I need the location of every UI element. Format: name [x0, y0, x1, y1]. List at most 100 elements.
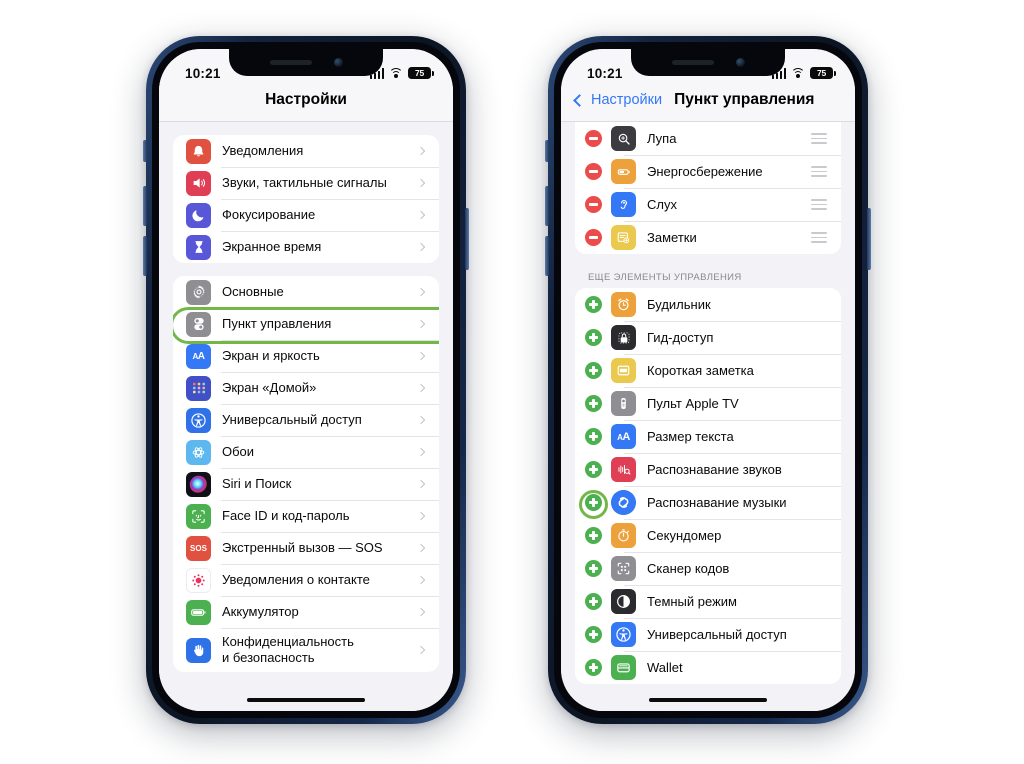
- shazam-icon: [611, 490, 636, 515]
- notch: [229, 49, 383, 76]
- reorder-handle-icon[interactable]: [811, 133, 827, 144]
- magnifier-icon: [611, 126, 636, 151]
- add-button[interactable]: [585, 461, 602, 478]
- notes-icon: [611, 225, 636, 250]
- power-button[interactable]: [465, 208, 469, 270]
- remove-button[interactable]: [585, 196, 602, 213]
- settings-list-scroll[interactable]: Уведомления Звуки, тактильные сигналы Фо…: [159, 135, 453, 711]
- cc-row-notes[interactable]: Заметки: [575, 221, 841, 254]
- settings-row-sos[interactable]: SOS Экстренный вызов — SOS: [173, 532, 439, 564]
- settings-screen: 10:21 75 Настройки Уведомления Звуки, та…: [159, 49, 453, 711]
- control-center-list-scroll[interactable]: Лупа Энергосбережение Слух Заметки ЕЩЕ Э…: [561, 122, 855, 711]
- cc-row-guided-access[interactable]: Гид-доступ: [575, 321, 841, 354]
- add-button[interactable]: [585, 428, 602, 445]
- earpiece-speaker: [269, 60, 312, 65]
- home-indicator[interactable]: [649, 697, 767, 702]
- chevron-right-icon: [416, 383, 426, 393]
- silent-switch[interactable]: [545, 140, 549, 162]
- row-label: Пункт управления: [222, 315, 332, 331]
- settings-row-general[interactable]: Основные: [173, 276, 439, 308]
- cc-row-quick-note[interactable]: Короткая заметка: [575, 354, 841, 387]
- home-indicator[interactable]: [247, 697, 365, 702]
- cc-row-wallet[interactable]: Wallet: [575, 651, 841, 684]
- row-label: Обои: [222, 443, 255, 459]
- settings-row-privacy[interactable]: Конфиденциальность и безопасность: [173, 628, 439, 672]
- cc-label: Размер текста: [647, 429, 734, 444]
- cc-row-accessibility[interactable]: Универсальный доступ: [575, 618, 841, 651]
- settings-row-faceid[interactable]: Face ID и код-пароль: [173, 500, 439, 532]
- silent-switch[interactable]: [143, 140, 147, 162]
- cc-row-stopwatch[interactable]: Секундомер: [575, 519, 841, 552]
- page-title-left: Настройки: [159, 89, 453, 122]
- text-size-icon: AA: [611, 424, 636, 449]
- power-button[interactable]: [867, 208, 871, 270]
- reorder-handle-icon[interactable]: [811, 199, 827, 210]
- volume-up-button[interactable]: [545, 186, 549, 226]
- row-label: Экстренный вызов — SOS: [222, 539, 383, 555]
- accessibility-icon: [611, 622, 636, 647]
- more-controls-group: Будильник Гид-доступ Короткая заметка Пу…: [575, 288, 841, 684]
- sounds-icon: [186, 170, 211, 196]
- cc-row-code-scanner[interactable]: Сканер кодов: [575, 552, 841, 585]
- settings-row-battery[interactable]: Аккумулятор: [173, 596, 439, 628]
- cc-row-dark-mode[interactable]: Темный режим: [575, 585, 841, 618]
- cc-row-text-size[interactable]: AA Размер текста: [575, 420, 841, 453]
- low-power-icon: [611, 159, 636, 184]
- wifi-icon: [389, 67, 403, 79]
- row-label: Уведомления: [222, 142, 304, 158]
- settings-row-siri[interactable]: Siri и Поиск: [173, 468, 439, 500]
- reorder-handle-icon[interactable]: [811, 232, 827, 243]
- cc-label: Распознавание музыки: [647, 495, 787, 510]
- cc-row-hearing[interactable]: Слух: [575, 188, 841, 221]
- reorder-handle-icon[interactable]: [811, 166, 827, 177]
- settings-row-wallpaper[interactable]: Обои: [173, 436, 439, 468]
- iphone-right-device: 10:21 75 Настройки Пункт управления Лупа…: [545, 36, 871, 724]
- cc-row-music-recognition[interactable]: Распознавание музыки: [575, 486, 841, 519]
- chevron-right-icon: [416, 146, 426, 156]
- add-button[interactable]: [585, 395, 602, 412]
- add-button[interactable]: [585, 362, 602, 379]
- volume-down-button[interactable]: [545, 236, 549, 276]
- add-button[interactable]: [585, 626, 602, 643]
- settings-row-display[interactable]: AA Экран и яркость: [173, 340, 439, 372]
- dark-mode-icon: [611, 589, 636, 614]
- add-button[interactable]: [585, 527, 602, 544]
- cc-row-alarm[interactable]: Будильник: [575, 288, 841, 321]
- settings-row-home-screen[interactable]: Экран «Домой»: [173, 372, 439, 404]
- add-button[interactable]: [585, 560, 602, 577]
- settings-row-focus[interactable]: Фокусирование: [173, 199, 439, 231]
- chevron-right-icon: [416, 447, 426, 457]
- settings-row-sounds[interactable]: Звуки, тактильные сигналы: [173, 167, 439, 199]
- row-label: Уведомления о контакте: [222, 571, 370, 587]
- settings-row-control-center[interactable]: Пункт управления: [173, 308, 439, 340]
- add-button[interactable]: [585, 329, 602, 346]
- cc-row-low-power[interactable]: Энергосбережение: [575, 155, 841, 188]
- cc-label: Заметки: [647, 230, 697, 245]
- add-button[interactable]: [585, 494, 602, 511]
- add-button[interactable]: [585, 296, 602, 313]
- chevron-right-icon: [416, 479, 426, 489]
- chevron-right-icon: [416, 178, 426, 188]
- cc-row-apple-tv-remote[interactable]: Пульт Apple TV: [575, 387, 841, 420]
- settings-row-notifications[interactable]: Уведомления: [173, 135, 439, 167]
- cc-row-sound-recognition[interactable]: Распознавание звуков: [575, 453, 841, 486]
- guided-access-icon: [611, 325, 636, 350]
- remove-button[interactable]: [585, 163, 602, 180]
- remove-button[interactable]: [585, 229, 602, 246]
- cc-row-magnifier[interactable]: Лупа: [575, 122, 841, 155]
- add-button[interactable]: [585, 593, 602, 610]
- chevron-left-icon[interactable]: [573, 93, 586, 107]
- more-controls-section-header: ЕЩЕ ЭЛЕМЕНТЫ УПРАВЛЕНИЯ: [588, 272, 742, 283]
- settings-row-screentime[interactable]: Экранное время: [173, 231, 439, 263]
- volume-up-button[interactable]: [143, 186, 147, 226]
- settings-row-contact-alert[interactable]: Уведомления о контакте: [173, 564, 439, 596]
- add-button[interactable]: [585, 659, 602, 676]
- settings-row-accessibility[interactable]: Универсальный доступ: [173, 404, 439, 436]
- remove-button[interactable]: [585, 130, 602, 147]
- chevron-right-icon: [416, 351, 426, 361]
- included-controls-group: Лупа Энергосбережение Слух Заметки: [575, 122, 841, 254]
- sound-recognition-icon: [611, 457, 636, 482]
- row-label: Экранное время: [222, 238, 322, 254]
- back-button-label[interactable]: Настройки: [591, 92, 662, 108]
- volume-down-button[interactable]: [143, 236, 147, 276]
